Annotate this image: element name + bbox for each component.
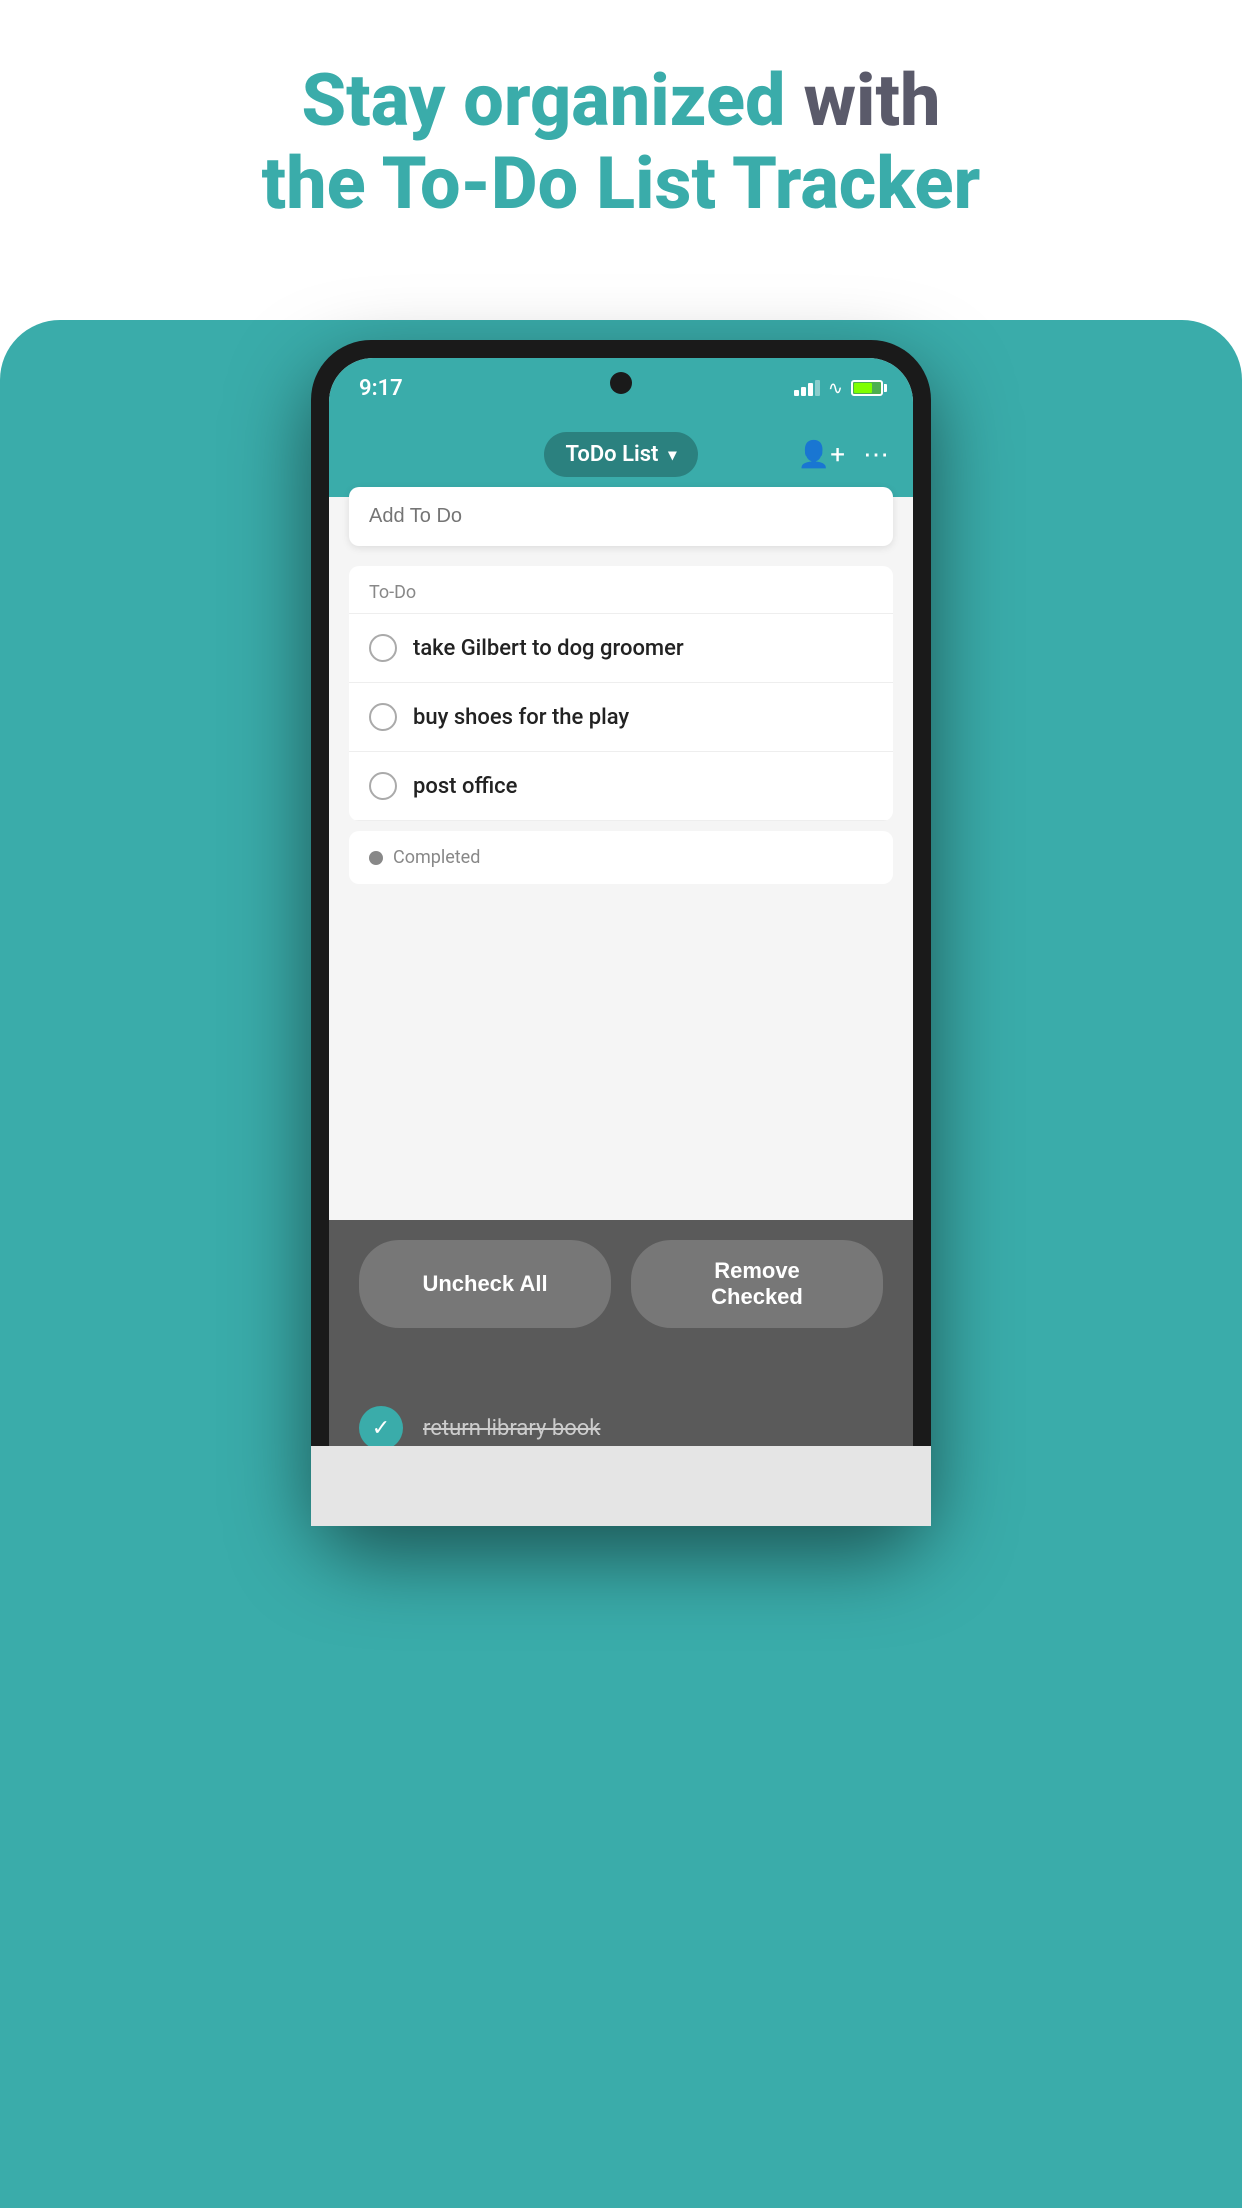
todo-checkbox-1[interactable] bbox=[369, 634, 397, 662]
header-title: Stay organized with the To-Do List Track… bbox=[80, 60, 1162, 226]
phone-frame: 9:17 ∿ ToDo List bbox=[311, 340, 931, 1526]
phone-mockup: 9:17 ∿ ToDo List bbox=[311, 340, 931, 1526]
battery-fill bbox=[854, 383, 872, 393]
wifi-icon: ∿ bbox=[828, 378, 843, 399]
todo-item[interactable]: post office bbox=[349, 752, 893, 821]
phone-screen: 9:17 ∿ ToDo List bbox=[329, 358, 913, 1508]
todo-list-title: ToDo List bbox=[566, 442, 659, 467]
todo-text-1: take Gilbert to dog groomer bbox=[413, 636, 684, 661]
status-time: 9:17 bbox=[359, 376, 403, 401]
completed-label: Completed bbox=[393, 847, 480, 868]
app-header-actions: 👤+ ⋯ bbox=[798, 440, 889, 470]
todo-section: To-Do take Gilbert to dog groomer buy sh… bbox=[349, 566, 893, 821]
todo-checkbox-2[interactable] bbox=[369, 703, 397, 731]
remove-checked-button[interactable]: Remove Checked bbox=[631, 1240, 883, 1328]
todo-checkbox-3[interactable] bbox=[369, 772, 397, 800]
todo-list-dropdown[interactable]: ToDo List ▾ bbox=[544, 432, 699, 477]
dropdown-arrow-icon: ▾ bbox=[668, 445, 676, 464]
signal-icon bbox=[794, 380, 820, 396]
battery-icon bbox=[851, 380, 883, 396]
todo-text-3: post office bbox=[413, 774, 517, 799]
header-section: Stay organized with the To-Do List Track… bbox=[0, 60, 1242, 226]
add-todo-section bbox=[349, 487, 893, 546]
uncheck-all-button[interactable]: Uncheck All bbox=[359, 1240, 611, 1328]
add-todo-input[interactable] bbox=[369, 505, 873, 528]
add-person-icon[interactable]: 👤+ bbox=[798, 440, 845, 470]
bottom-action-bar: Uncheck All Remove Checked bbox=[329, 1220, 913, 1348]
header-line2: the To-Do List Tracker bbox=[262, 141, 981, 226]
bottom-peek bbox=[311, 1446, 931, 1526]
completed-dot-icon bbox=[369, 851, 383, 865]
completed-label-row: Completed bbox=[349, 831, 893, 884]
completed-item-text: return library book bbox=[423, 1416, 600, 1441]
checked-circle-icon[interactable]: ✓ bbox=[359, 1406, 403, 1450]
todo-section-label: To-Do bbox=[349, 566, 893, 614]
header-line1-gray: with bbox=[803, 58, 940, 143]
todo-item[interactable]: buy shoes for the play bbox=[349, 683, 893, 752]
status-icons: ∿ bbox=[794, 378, 883, 399]
header-line1-teal: Stay organized bbox=[301, 58, 803, 143]
todo-item[interactable]: take Gilbert to dog groomer bbox=[349, 614, 893, 683]
more-options-icon[interactable]: ⋯ bbox=[863, 440, 889, 470]
todo-text-2: buy shoes for the play bbox=[413, 705, 629, 730]
app-header: ToDo List ▾ 👤+ ⋯ bbox=[329, 418, 913, 497]
phone-camera bbox=[610, 372, 632, 394]
completed-section: Completed bbox=[349, 831, 893, 884]
